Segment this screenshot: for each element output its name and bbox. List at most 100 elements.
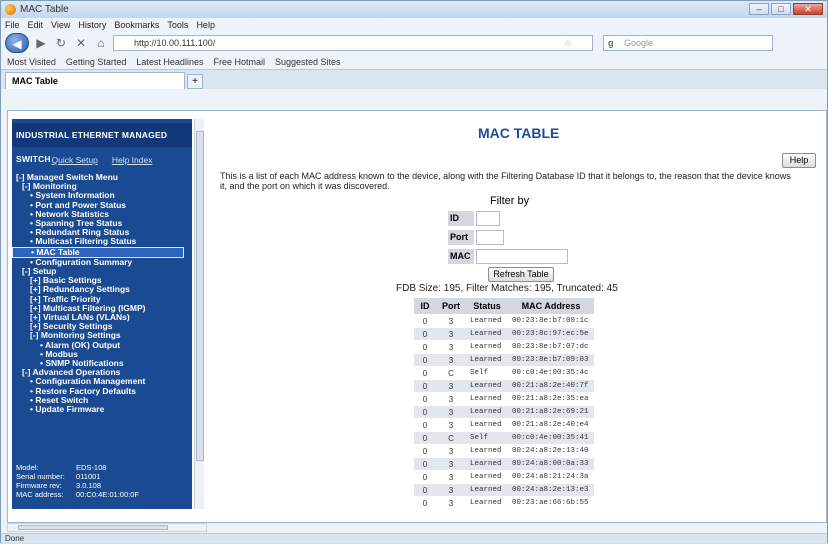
sidebar-item[interactable]: • Multicast Filtering Status <box>12 237 192 246</box>
cell-port: 3 <box>448 446 454 456</box>
filter-id-label: ID <box>448 211 474 226</box>
sidebar: INDUSTRIAL ETHERNET MANAGED SWITCH Quick… <box>12 119 192 509</box>
cell-status: Learned <box>466 380 508 392</box>
cell-status: Learned <box>470 395 502 403</box>
menu-bar: File Edit View History Bookmarks Tools H… <box>1 18 827 32</box>
search-box[interactable]: g Google <box>603 35 773 51</box>
home-icon[interactable]: ⌂ <box>93 35 109 51</box>
menu-view[interactable]: View <box>51 20 70 30</box>
cell-id: 0 <box>414 354 436 366</box>
column-header-status[interactable]: Status <box>466 298 508 314</box>
window-controls: – □ ✕ <box>749 3 823 15</box>
cell-mac-address: 00:23:8e:b7:00:1c <box>512 317 589 325</box>
sidebar-scrollbar[interactable] <box>194 119 204 509</box>
help-button[interactable]: Help <box>782 153 816 168</box>
table-row: 0 3 Learned 00:23:8c:97:ec:5e <box>414 328 594 340</box>
bookmark-suggested-sites[interactable]: Suggested Sites <box>275 57 341 67</box>
cell-status: Learned <box>466 328 508 340</box>
back-button[interactable]: ◀ <box>5 33 29 53</box>
column-header-port[interactable]: Port <box>436 298 466 314</box>
device-info-key: Serial number: <box>16 472 65 481</box>
table-row: 0 3 Learned 00:21:a8:2e:69:21 <box>414 406 594 418</box>
menu-tools[interactable]: Tools <box>167 20 188 30</box>
cell-status: Self <box>470 369 489 377</box>
bookmarks-toolbar: Most Visited Getting Started Latest Head… <box>1 54 827 70</box>
table-row: 0 3 Learned 00:24:a8:00:0a:33 <box>414 458 594 470</box>
scrollbar-thumb[interactable] <box>196 131 204 461</box>
refresh-table-button[interactable]: Refresh Table <box>488 267 554 282</box>
menu-file[interactable]: File <box>5 20 20 30</box>
cell-id: 0 <box>422 420 428 430</box>
new-tab-button[interactable]: + <box>187 74 203 89</box>
filter-port-row: Port <box>448 230 504 245</box>
forward-icon[interactable]: ▶ <box>33 35 49 51</box>
sidebar-item[interactable]: • Update Firmware <box>12 404 192 414</box>
cell-status: Learned <box>466 484 508 496</box>
cell-id: 0 <box>422 472 428 482</box>
address-bar[interactable]: http://10.00.111.100/ ☆ <box>113 35 593 51</box>
cell-mac-address: 00:c0:4e:00:35:41 <box>508 432 594 444</box>
reload-icon[interactable]: ↻ <box>53 35 69 51</box>
cell-mac-address: 00:23:8c:97:ec:5e <box>508 328 594 340</box>
horizontal-scrollbar[interactable] <box>7 523 207 532</box>
cell-id: 0 <box>414 406 436 418</box>
tab-mac-table[interactable]: MAC Table <box>5 72 185 89</box>
cell-mac-address: 00:23:8e:b7:07:dc <box>512 343 589 351</box>
cell-id: 0 <box>422 446 428 456</box>
bookmark-most-visited[interactable]: Most Visited <box>7 57 56 67</box>
cell-port: C <box>448 368 454 378</box>
close-button[interactable]: ✕ <box>793 3 823 15</box>
cell-mac-address: 00:24:a8:2e:13:e3 <box>508 484 594 496</box>
cell-port: 3 <box>448 342 454 352</box>
title-bar: MAC Table – □ ✕ <box>1 1 827 18</box>
cell-port: 3 <box>436 354 466 366</box>
menu-edit[interactable]: Edit <box>28 20 44 30</box>
device-info-value: 3.0.108 <box>76 481 102 490</box>
help-index-link[interactable]: Help Index <box>112 155 153 165</box>
cell-mac-address: 00:c0:4e:00:35:4c <box>512 369 589 377</box>
table-row: 0 3 Learned 00:23:ae:66:6b:55 <box>414 497 594 509</box>
filter-mac-input[interactable] <box>476 249 568 264</box>
filter-mac-label: MAC <box>448 249 474 264</box>
menu-history[interactable]: History <box>78 20 106 30</box>
table-row: 0 3 Learned 00:21:a8:2e:40:7f <box>414 380 594 392</box>
filter-id-input[interactable] <box>476 211 500 226</box>
device-info-key: Model: <box>16 463 39 472</box>
cell-mac-address: 00:23:8e:b7:09:03 <box>508 354 594 366</box>
cell-port: 3 <box>448 498 454 508</box>
device-info: Model: EDS-108 Serial number: 011001 Firmwar… <box>16 463 139 499</box>
cell-status: Learned <box>466 458 508 470</box>
column-header-id[interactable]: ID <box>414 298 436 314</box>
table-header-row: ID Port Status MAC Address <box>414 298 594 314</box>
cell-port: 3 <box>436 406 466 418</box>
device-info-row: Serial number: 011001 <box>16 472 139 481</box>
cell-status: Learned <box>470 473 502 481</box>
filter-id-row: ID <box>448 211 500 226</box>
main-panel: MAC TABLE Help This is a list of each MA… <box>212 111 824 522</box>
stop-icon[interactable]: ✕ <box>73 35 89 51</box>
navigation-toolbar: ◀ ▶ ↻ ✕ ⌂ http://10.00.111.100/ ☆ g Goog… <box>1 32 827 54</box>
tab-strip: MAC Table + <box>1 70 827 89</box>
page-description: This is a list of each MAC address known… <box>220 171 791 191</box>
cell-status: Learned <box>470 499 502 507</box>
horizontal-scrollbar-thumb[interactable] <box>18 525 168 530</box>
cell-mac-address: 00:24:a8:21:24:3a <box>512 473 589 481</box>
bookmark-getting-started[interactable]: Getting Started <box>66 57 127 67</box>
maximize-button[interactable]: □ <box>771 3 791 15</box>
filter-port-input[interactable] <box>476 230 504 245</box>
menu-bookmarks[interactable]: Bookmarks <box>114 20 159 30</box>
filter-mac-row: MAC <box>448 249 568 264</box>
column-header-mac-address[interactable]: MAC Address <box>508 298 594 314</box>
mac-table: ID Port Status MAC Address 0 3 Learned 00:2… <box>414 297 594 510</box>
device-info-value: 00:C0:4E:01:00:0F <box>76 490 139 499</box>
minimize-button[interactable]: – <box>749 3 769 15</box>
sidebar-item[interactable]: • Alarm (OK) Output <box>12 340 192 350</box>
address-text: http://10.00.111.100/ <box>134 38 216 48</box>
cell-mac-address: 00:21:a8:2e:40:7f <box>508 380 594 392</box>
bookmark-latest-headlines[interactable]: Latest Headlines <box>136 57 203 67</box>
quick-setup-link[interactable]: Quick Setup <box>52 155 98 165</box>
bookmark-free-hotmail[interactable]: Free Hotmail <box>213 57 265 67</box>
menu-help[interactable]: Help <box>196 20 215 30</box>
filter-port-label: Port <box>448 230 474 245</box>
bookmark-star-icon[interactable]: ☆ <box>564 36 572 50</box>
